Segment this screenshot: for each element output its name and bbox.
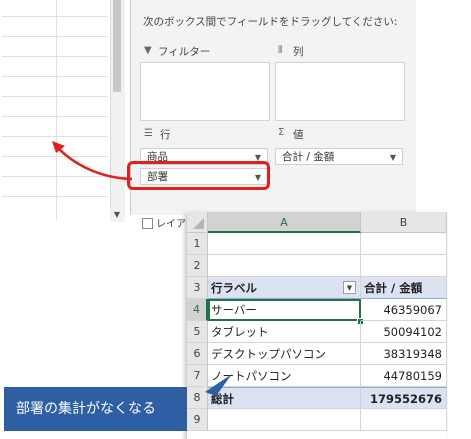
columns-icon: ⦀ <box>278 45 283 56</box>
filter-dropdown-icon[interactable]: ▼ <box>343 281 356 294</box>
row-header[interactable]: 8 <box>187 387 208 409</box>
rows-area-label: 行 <box>160 129 171 141</box>
grand-total-label[interactable]: 総計 <box>208 387 361 409</box>
cell[interactable] <box>361 233 447 255</box>
filter-drop-area[interactable] <box>140 62 270 121</box>
scrollbar-thumb[interactable] <box>113 0 121 92</box>
row-header[interactable]: 6 <box>187 343 208 365</box>
row-header[interactable]: 1 <box>187 233 208 255</box>
rows-icon: ☰ <box>144 128 153 139</box>
row-header[interactable]: 4 <box>187 299 208 321</box>
cell[interactable] <box>361 255 447 277</box>
table-cell[interactable]: 38319348 <box>361 343 447 365</box>
columns-area-label: 列 <box>293 46 304 58</box>
highlight-box <box>127 161 270 190</box>
row-header[interactable]: 9 <box>187 409 208 431</box>
cell[interactable] <box>208 409 361 431</box>
grid-line <box>2 176 108 177</box>
funnel-icon: ▼ <box>144 45 152 56</box>
row-header[interactable]: 2 <box>187 255 208 277</box>
background-sheet-grid: ▼ <box>2 0 125 230</box>
columns-drop-area[interactable] <box>275 62 405 121</box>
values-area-label: 値 <box>293 129 304 141</box>
row-header[interactable]: 7 <box>187 365 208 387</box>
defer-update-label: レイア <box>156 219 186 230</box>
column-header-a[interactable]: A <box>208 212 361 233</box>
callout-note: 部署の集計がなくなる <box>4 387 187 431</box>
grid-line <box>2 36 108 37</box>
grid-line <box>2 116 108 117</box>
row-header[interactable]: 5 <box>187 321 208 343</box>
table-cell-selected[interactable]: サーバー <box>208 299 361 321</box>
grid-line <box>2 156 108 157</box>
table-cell[interactable]: デスクトップパソコン <box>208 343 361 365</box>
table-cell[interactable]: 46359067 <box>361 299 447 321</box>
grid-line <box>2 136 108 137</box>
cell[interactable] <box>208 255 361 277</box>
header-label: 行ラベル <box>211 281 257 295</box>
select-all-corner[interactable] <box>187 212 208 233</box>
grid-line <box>2 76 108 77</box>
defer-update-checkbox[interactable] <box>142 218 153 229</box>
scroll-down-icon[interactable]: ▼ <box>110 208 124 222</box>
field-label: 合計 / 金額 <box>282 151 335 163</box>
pivot-values-header[interactable]: 合計 / 金額 <box>361 277 447 299</box>
grid-line <box>2 16 108 17</box>
values-field-amount[interactable]: 合計 / 金額 ▼ <box>275 148 403 165</box>
sigma-icon: Σ <box>278 127 285 138</box>
panel-hint: 次のボックス間でフィールドをドラッグしてください: <box>143 16 398 28</box>
spreadsheet: A B 1 2 3 行ラベル ▼ 合計 / 金額 4 サーバー 46359067… <box>187 212 447 439</box>
chevron-down-icon[interactable]: ▼ <box>390 149 396 166</box>
pivot-row-labels-header[interactable]: 行ラベル ▼ <box>208 277 361 299</box>
grid-line <box>2 56 108 57</box>
grid-line <box>2 96 108 97</box>
table-cell[interactable]: 50094102 <box>361 321 447 343</box>
cell[interactable] <box>361 409 447 431</box>
table-cell[interactable]: 44780159 <box>361 365 447 387</box>
grand-total-value[interactable]: 179552676 <box>361 387 447 409</box>
row-header[interactable]: 3 <box>187 277 208 299</box>
table-cell[interactable]: ノートパソコン <box>208 365 361 387</box>
cell[interactable] <box>208 233 361 255</box>
column-header-b[interactable]: B <box>361 212 447 233</box>
filter-area-label: フィルター <box>158 46 211 58</box>
grid-line <box>56 0 57 220</box>
table-cell[interactable]: タブレット <box>208 321 361 343</box>
grid-line <box>2 196 108 197</box>
